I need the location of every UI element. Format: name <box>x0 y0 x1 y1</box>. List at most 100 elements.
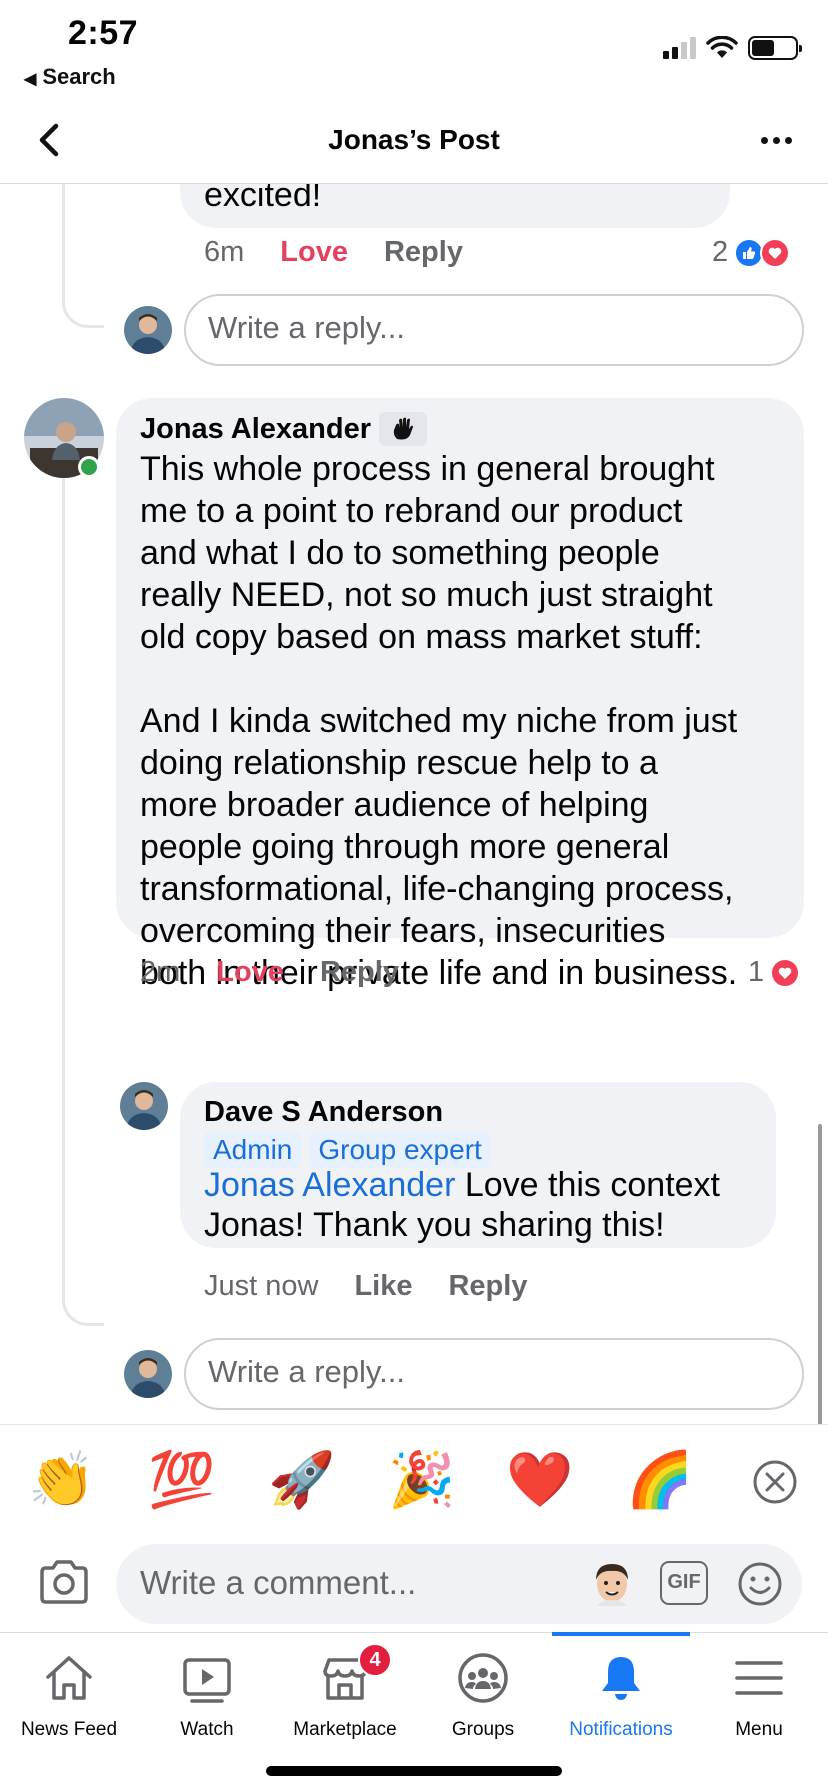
reply-text-line-1: Jonas Alexander Love this context <box>204 1164 720 1206</box>
comment-paragraph-2: And I kinda switched my niche from just … <box>140 700 737 994</box>
hundred-points-emoji[interactable]: 💯 <box>148 1447 215 1513</box>
dave-anderson-avatar[interactable] <box>120 1082 168 1130</box>
comment-text-line: overcoming their fears, insecurities <box>140 912 666 950</box>
home-indicator[interactable] <box>266 1766 562 1776</box>
write-comment-input[interactable]: Write a comment... GIF <box>116 1544 802 1624</box>
wifi-icon <box>706 36 738 58</box>
comment-text-line: people going through more general <box>140 828 670 866</box>
camera-icon[interactable] <box>38 1558 90 1606</box>
page-title: Jonas’s Post <box>328 124 500 155</box>
emoji-quick-bar: 👏 💯 🚀 🎉 ❤️ 🌈 <box>0 1424 828 1536</box>
status-icons <box>663 36 802 60</box>
online-status-dot <box>78 456 100 478</box>
main-comment-time: 2m <box>140 956 181 988</box>
reply-comment-bubble: Dave S Anderson Admin Group expert Jonas … <box>180 1082 776 1248</box>
status-bar: 2:57 ◀ Search <box>0 0 828 100</box>
comment-text-line: me to a point to rebrand our product <box>140 492 683 530</box>
thread-line <box>62 470 65 1210</box>
home-icon <box>46 1656 92 1700</box>
current-user-avatar <box>124 1350 172 1398</box>
comment-text-line: old copy based on mass market stuff: <box>140 618 703 656</box>
comment-author-name[interactable]: Jonas Alexander <box>140 413 371 446</box>
waving-hand-icon <box>379 412 428 446</box>
comment-text-line: really NEED, not so much just straight <box>140 576 713 614</box>
menu-icon <box>735 1661 783 1695</box>
reaction-count: 1 <box>748 956 765 988</box>
tab-label: News Feed <box>20 1719 118 1740</box>
previous-comment-bubble: excited! <box>180 184 730 228</box>
thread-connector <box>62 1210 104 1326</box>
thread-connector <box>62 184 104 328</box>
comment-text-line: doing relationship rescue help to a <box>140 744 658 782</box>
tab-news-feed[interactable]: News Feed <box>0 1633 138 1753</box>
more-options-icon[interactable] <box>754 118 798 162</box>
previous-comment-time: 6m <box>204 236 245 268</box>
groups-icon <box>458 1653 508 1703</box>
watch-icon <box>183 1658 231 1703</box>
mention-link[interactable]: Jonas Alexander <box>204 1166 455 1204</box>
notification-badge: 4 <box>358 1643 392 1677</box>
write-reply-input[interactable]: Write a reply... <box>184 294 804 366</box>
current-user-avatar <box>124 306 172 354</box>
reply-text: Love this context <box>455 1166 721 1204</box>
battery-icon <box>748 36 802 60</box>
reply-button[interactable]: Reply <box>448 1270 527 1303</box>
heart-reaction-icon <box>760 237 791 268</box>
reaction-summary[interactable]: 1 <box>748 956 801 989</box>
previous-comment-actions: 6m Love Reply <box>204 236 463 269</box>
avatar-sticker-icon[interactable] <box>586 1558 638 1610</box>
tab-watch[interactable]: Watch <box>138 1633 276 1753</box>
tab-label: Marketplace <box>293 1719 397 1740</box>
previous-comment-text: excited! <box>204 184 322 214</box>
main-comment-bubble: Jonas Alexander This whole process in ge… <box>116 398 804 992</box>
comment-composer: Write a comment... GIF <box>0 1536 828 1636</box>
group-expert-tag: Group expert <box>309 1132 491 1168</box>
red-heart-emoji[interactable]: ❤️ <box>506 1447 573 1513</box>
tab-label: Menu <box>735 1719 783 1740</box>
tab-label: Groups <box>451 1719 515 1740</box>
tab-notifications[interactable]: Notifications <box>552 1632 690 1753</box>
back-triangle-icon: ◀ <box>24 71 37 88</box>
reply-button[interactable]: Reply <box>384 236 463 269</box>
tab-marketplace[interactable]: 4 Marketplace <box>276 1633 414 1753</box>
bell-icon <box>602 1657 640 1700</box>
clapping-hands-emoji[interactable]: 👏 <box>28 1447 95 1513</box>
post-header: Jonas’s Post <box>0 100 828 184</box>
rocket-emoji[interactable]: 🚀 <box>268 1447 335 1513</box>
tab-label: Watch <box>180 1719 234 1740</box>
comment-text-line: This whole process in general brought <box>140 450 715 488</box>
reply-button[interactable]: Reply <box>320 956 399 989</box>
comment-thread[interactable]: excited! 6m Love Reply 2 Write a reply..… <box>0 184 828 1424</box>
comment-text-line: transformational, life-changing process, <box>140 870 734 908</box>
party-popper-emoji[interactable]: 🎉 <box>388 1447 455 1513</box>
comment-text-line: and what I do to something people <box>140 534 660 572</box>
admin-tag: Admin <box>204 1132 302 1168</box>
tab-menu[interactable]: Menu <box>690 1633 828 1753</box>
reaction-count: 2 <box>712 236 729 268</box>
like-button[interactable]: Like <box>354 1270 412 1303</box>
reply-author-name[interactable]: Dave S Anderson <box>204 1096 443 1129</box>
comment-text-line: more broader audience of helping <box>140 786 649 824</box>
comment-paragraph-1: This whole process in general brought me… <box>140 448 715 658</box>
status-time: 2:57 <box>68 14 139 52</box>
reaction-summary[interactable]: 2 <box>712 236 791 269</box>
love-button[interactable]: Love <box>216 956 284 989</box>
comment-text-line: And I kinda switched my niche from just <box>140 702 738 740</box>
reply-comment-actions: Just now Like Reply <box>204 1270 527 1303</box>
back-to-search-link[interactable]: ◀ Search <box>24 64 116 90</box>
tab-groups[interactable]: Groups <box>414 1633 552 1753</box>
rainbow-emoji[interactable]: 🌈 <box>626 1447 693 1513</box>
reply-comment-time: Just now <box>204 1270 319 1302</box>
back-to-search-label: Search <box>42 64 116 89</box>
tab-label: Notifications <box>569 1719 673 1740</box>
emoji-smiley-icon[interactable] <box>736 1560 784 1608</box>
scrollbar[interactable] <box>818 1124 822 1424</box>
author-role-tags: Admin Group expert <box>204 1132 499 1168</box>
write-reply-input[interactable]: Write a reply... <box>184 1338 804 1410</box>
cellular-signal-icon <box>663 37 696 59</box>
reply-text-line-2: Jonas! Thank you sharing this! <box>204 1206 665 1244</box>
gif-button[interactable]: GIF <box>660 1561 708 1605</box>
main-comment-actions: 2m Love Reply <box>140 956 399 989</box>
close-icon[interactable] <box>752 1459 798 1505</box>
love-button[interactable]: Love <box>280 236 348 269</box>
